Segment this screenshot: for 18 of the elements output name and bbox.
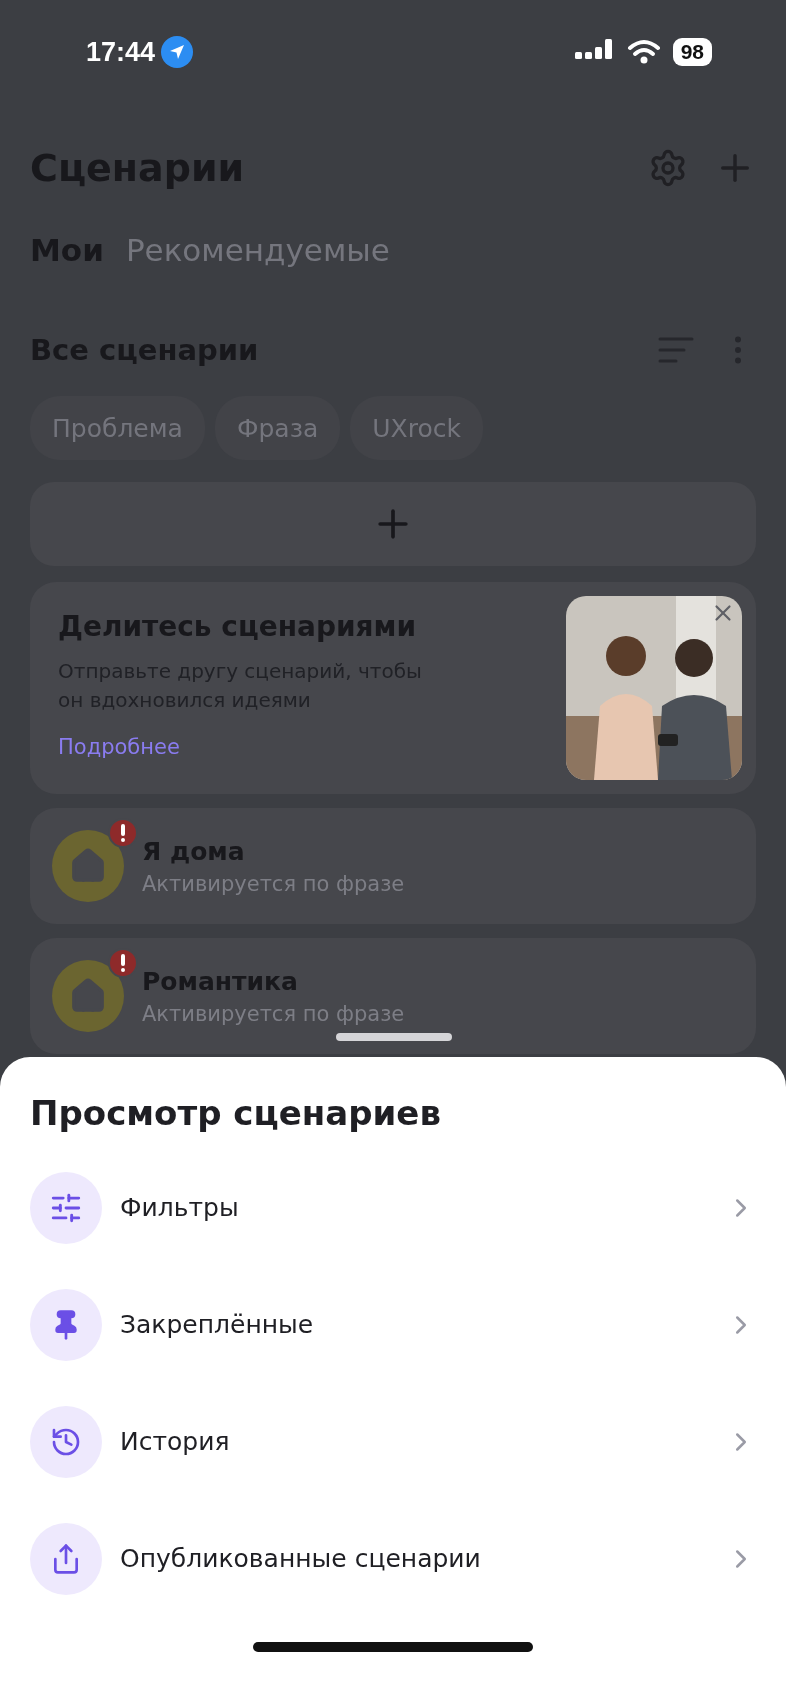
battery-level: 98 (672, 38, 712, 66)
sheet-grabber[interactable] (336, 1033, 452, 1041)
more-link[interactable]: Подробнее (58, 735, 438, 759)
wifi-icon (626, 39, 661, 65)
status-time: 17:44 (86, 36, 156, 68)
location-icon (161, 36, 194, 68)
menu-item[interactable]: Фильтры (30, 1149, 756, 1266)
add-scenario-button[interactable] (30, 482, 756, 566)
house-icon (69, 847, 107, 885)
scenario-subtitle: Активируется по фразе (142, 1001, 405, 1026)
menu-item[interactable]: История (30, 1383, 756, 1500)
sheet-title: Просмотр сценариев (30, 1093, 442, 1133)
house-icon (69, 977, 107, 1015)
tab[interactable]: Рекомендуемые (125, 232, 390, 268)
scenario-subtitle: Активируется по фразе (142, 871, 405, 896)
settings-icon[interactable] (648, 148, 688, 188)
menu-item[interactable]: Закреплённые (30, 1266, 756, 1383)
menu-item[interactable]: Опубликованные сценарии (30, 1500, 756, 1617)
